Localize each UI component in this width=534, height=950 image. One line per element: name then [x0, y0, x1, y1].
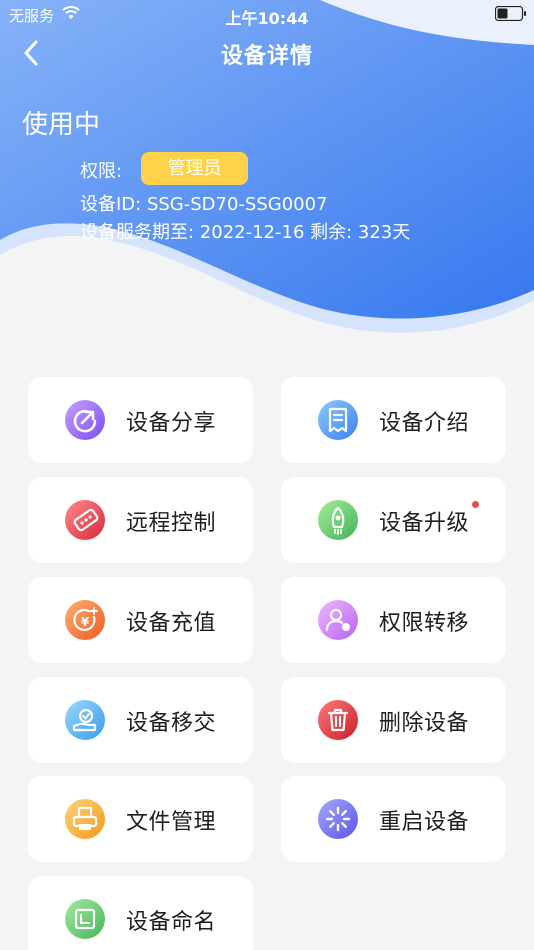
document-icon — [318, 400, 358, 440]
device-status: 使用中 — [22, 110, 101, 140]
menu-item-label: 删除设备 — [379, 711, 470, 736]
menu-item-label: 权限转移 — [379, 611, 470, 636]
handover-icon — [65, 700, 105, 740]
user-transfer-icon — [318, 600, 358, 640]
menu-item-delete[interactable]: 删除设备 — [281, 677, 506, 763]
rocket-icon — [318, 500, 358, 540]
menu-item-upgrade[interactable]: 设备升级 — [281, 477, 506, 563]
permission-badge: 管理员 — [141, 152, 248, 185]
recharge-icon: ¥ — [65, 600, 105, 640]
menu-item-restart[interactable]: 重启设备 — [281, 776, 506, 862]
menu-item-handover[interactable]: 设备移交 — [28, 677, 253, 763]
printer-icon — [65, 799, 105, 839]
menu-item-label: 设备充值 — [126, 611, 217, 636]
menu-item-label: 设备介绍 — [379, 411, 470, 436]
menu-item-file-management[interactable]: 文件管理 — [28, 776, 253, 862]
menu-item-recharge[interactable]: ¥ 设备充值 — [28, 577, 253, 663]
rename-icon — [65, 899, 105, 939]
menu-item-share[interactable]: 设备分享 — [28, 377, 253, 463]
device-id: 设备ID: SSG-SD70-SSG0007 — [80, 194, 328, 215]
remote-control-icon — [65, 500, 105, 540]
menu-item-remote-control[interactable]: 远程控制 — [28, 477, 253, 563]
notification-dot — [472, 501, 479, 508]
menu-item-label: 文件管理 — [126, 810, 217, 835]
restart-icon — [318, 799, 358, 839]
menu-item-introduction[interactable]: 设备介绍 — [281, 377, 506, 463]
trash-icon — [318, 700, 358, 740]
menu-item-label: 设备升级 — [379, 511, 470, 536]
status-bar: 无服务 上午10:44 — [0, 0, 534, 28]
page-title: 设备详情 — [220, 44, 313, 69]
menu-item-label: 设备分享 — [126, 411, 217, 436]
service-expiry: 设备服务期至: 2022-12-16 剩余: 323天 — [80, 222, 411, 243]
permission-label: 权限: — [80, 161, 123, 182]
share-icon — [65, 400, 105, 440]
clock-text: 上午10:44 — [225, 9, 309, 28]
menu-item-label: 远程控制 — [126, 511, 217, 536]
menu-item-rename[interactable]: 设备命名 — [28, 876, 253, 950]
menu-item-label: 重启设备 — [379, 810, 470, 835]
svg-text:¥: ¥ — [81, 615, 90, 629]
menu-item-permission-transfer[interactable]: 权限转移 — [281, 577, 506, 663]
menu-item-label: 设备命名 — [126, 910, 217, 935]
battery-icon — [495, 6, 526, 21]
menu-item-label: 设备移交 — [126, 711, 217, 736]
